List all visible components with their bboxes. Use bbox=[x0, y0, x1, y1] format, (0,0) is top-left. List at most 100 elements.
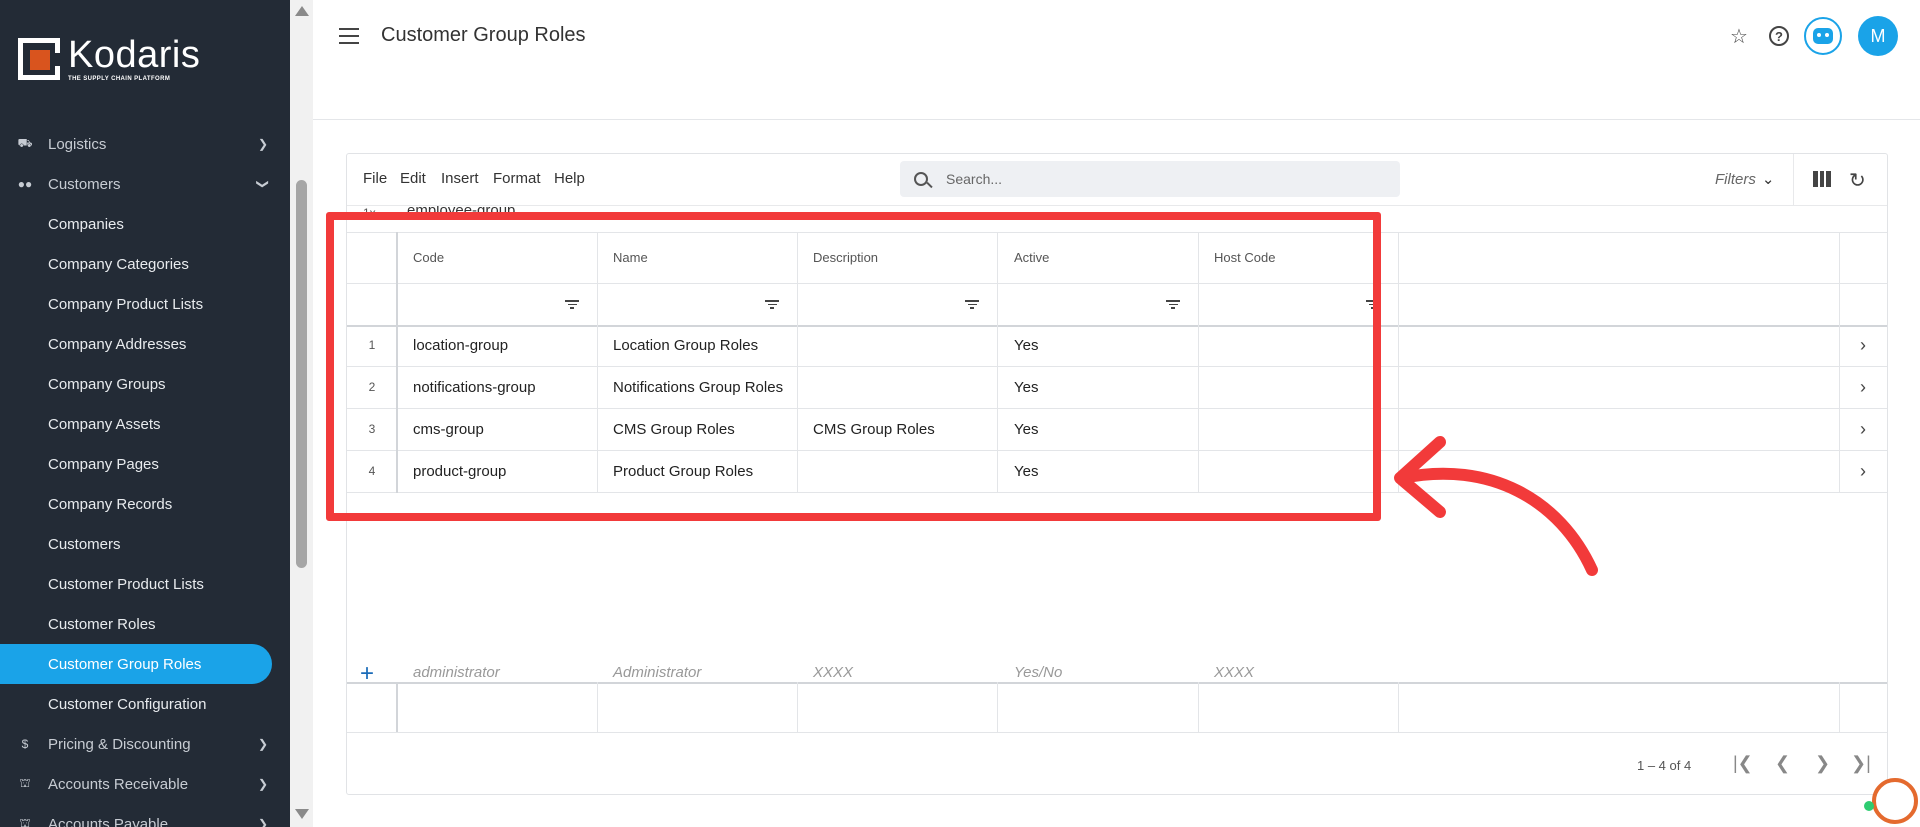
scroll-up-icon[interactable] bbox=[295, 6, 309, 16]
sidebar-item-label: Customers bbox=[48, 535, 121, 553]
assistant-bot-button[interactable] bbox=[1804, 17, 1842, 55]
sidebar-item-customer-product-lists[interactable]: Customer Product Lists bbox=[0, 564, 272, 604]
sidebar-item-company-categories[interactable]: Company Categories bbox=[0, 244, 272, 284]
avatar[interactable]: M bbox=[1858, 16, 1898, 56]
new-code-field[interactable]: administrator bbox=[413, 664, 500, 681]
cell-code[interactable]: location-group bbox=[413, 337, 508, 354]
sidebar-item-customer-roles[interactable]: Customer Roles bbox=[0, 604, 272, 644]
users-icon: ●● bbox=[17, 177, 33, 191]
divider bbox=[347, 366, 1887, 367]
cell-code[interactable]: product-group bbox=[413, 463, 506, 480]
new-description-field[interactable]: XXXX bbox=[813, 664, 853, 681]
divider bbox=[997, 232, 998, 493]
scroll-down-icon[interactable] bbox=[295, 809, 309, 819]
sidebar-item-label: Companies bbox=[48, 215, 124, 233]
cell-code[interactable]: cms-group bbox=[413, 421, 484, 438]
sidebar-item-label: Company Pages bbox=[48, 455, 159, 473]
chevron-right-icon[interactable]: › bbox=[1860, 461, 1866, 482]
menu-file[interactable]: File bbox=[363, 170, 387, 187]
nav-accounts-payable[interactable]: ⛫ Accounts Payable ❯ bbox=[0, 804, 290, 827]
divider bbox=[1839, 232, 1840, 493]
sidebar-item-company-assets[interactable]: Company Assets bbox=[0, 404, 272, 444]
search-input[interactable] bbox=[946, 171, 1346, 187]
sidebar-item-company-records[interactable]: Company Records bbox=[0, 484, 272, 524]
divider bbox=[347, 450, 1887, 451]
cell-name[interactable]: CMS Group Roles bbox=[613, 421, 735, 438]
next-page-icon[interactable]: ❯ bbox=[1815, 753, 1830, 774]
refresh-icon[interactable]: ↻ bbox=[1849, 168, 1866, 193]
filter-icon[interactable] bbox=[1366, 300, 1380, 310]
nav-logistics-label: Logistics bbox=[48, 135, 107, 153]
nav-customers-label: Customers bbox=[48, 175, 121, 193]
filter-icon[interactable] bbox=[1166, 300, 1180, 310]
filter-icon[interactable] bbox=[965, 300, 979, 310]
divider bbox=[797, 232, 798, 493]
sidebar-item-company-pages[interactable]: Company Pages bbox=[0, 444, 272, 484]
sidebar-item-company-groups[interactable]: Company Groups bbox=[0, 364, 272, 404]
row-number: 1x bbox=[363, 206, 376, 220]
chat-widget-icon[interactable] bbox=[1872, 778, 1918, 824]
search-box[interactable] bbox=[900, 161, 1400, 197]
sidebar-item-customer-group-roles[interactable]: Customer Group Roles bbox=[0, 644, 272, 684]
filters-button[interactable]: Filters ⌄ bbox=[1715, 170, 1774, 188]
star-icon[interactable]: ☆ bbox=[1725, 22, 1753, 50]
sidebar-item-companies[interactable]: Companies bbox=[0, 204, 272, 244]
sidebar-item-company-addresses[interactable]: Company Addresses bbox=[0, 324, 272, 364]
divider bbox=[347, 732, 1887, 733]
hamburger-menu-icon[interactable] bbox=[339, 28, 359, 44]
column-header-name[interactable]: Name bbox=[613, 250, 648, 265]
nav-customers[interactable]: ●● Customers ❯ bbox=[0, 164, 290, 204]
sidebar-item-label: Customer Roles bbox=[48, 615, 156, 633]
columns-icon[interactable] bbox=[1813, 171, 1832, 187]
last-page-icon[interactable]: ❯| bbox=[1851, 753, 1871, 774]
cell-name[interactable]: Notifications Group Roles bbox=[613, 379, 783, 396]
bank-icon: ⛫ bbox=[19, 816, 31, 827]
column-header-code[interactable]: Code bbox=[413, 250, 444, 265]
nav-accounts-receivable[interactable]: ⛫ Accounts Receivable ❯ bbox=[0, 764, 290, 804]
cell-active[interactable]: Yes bbox=[1014, 337, 1038, 354]
divider bbox=[1839, 682, 1840, 732]
menu-format[interactable]: Format bbox=[493, 170, 541, 187]
table-row-partial[interactable]: 1x employee-group bbox=[347, 206, 1887, 232]
sidebar-item-customers[interactable]: Customers bbox=[0, 524, 272, 564]
cell-code[interactable]: notifications-group bbox=[413, 379, 536, 396]
add-row-icon[interactable]: + bbox=[360, 660, 374, 688]
column-header-active[interactable]: Active bbox=[1014, 250, 1049, 265]
chevron-right-icon[interactable]: › bbox=[1860, 377, 1866, 398]
search-icon bbox=[914, 172, 928, 186]
nav-pricing-discounting[interactable]: $ Pricing & Discounting ❯ bbox=[0, 724, 290, 764]
column-header-description[interactable]: Description bbox=[813, 250, 878, 265]
scroll-thumb[interactable] bbox=[296, 180, 307, 568]
first-page-icon[interactable]: |❮ bbox=[1733, 753, 1753, 774]
divider bbox=[347, 682, 1887, 684]
chevron-right-icon: ❯ bbox=[257, 777, 268, 791]
divider bbox=[347, 283, 1887, 284]
sidebar-item-label: Company Groups bbox=[48, 375, 166, 393]
filter-icon[interactable] bbox=[565, 300, 579, 310]
toolbar-divider bbox=[1793, 154, 1794, 206]
column-header-host-code[interactable]: Host Code bbox=[1214, 250, 1275, 265]
cell-name[interactable]: Location Group Roles bbox=[613, 337, 758, 354]
menu-insert[interactable]: Insert bbox=[441, 170, 479, 187]
menu-help[interactable]: Help bbox=[554, 170, 585, 187]
cell-active[interactable]: Yes bbox=[1014, 463, 1038, 480]
help-icon[interactable]: ? bbox=[1765, 22, 1793, 50]
cell-active[interactable]: Yes bbox=[1014, 421, 1038, 438]
sidebar-item-customer-configuration[interactable]: Customer Configuration bbox=[0, 684, 272, 724]
prev-page-icon[interactable]: ❮ bbox=[1775, 753, 1790, 774]
kodaris-logo[interactable]: Kodaris THE SUPPLY CHAIN PLATFORM bbox=[18, 36, 200, 82]
chevron-right-icon[interactable]: › bbox=[1860, 419, 1866, 440]
new-active-field[interactable]: Yes/No bbox=[1014, 664, 1062, 681]
chevron-right-icon[interactable]: › bbox=[1860, 335, 1866, 356]
cell-name[interactable]: Product Group Roles bbox=[613, 463, 753, 480]
cell-active[interactable]: Yes bbox=[1014, 379, 1038, 396]
sidebar-scrollbar[interactable] bbox=[290, 0, 313, 827]
nav-logistics[interactable]: ⛟ Logistics ❯ bbox=[0, 124, 290, 164]
menu-edit[interactable]: Edit bbox=[400, 170, 426, 187]
annotation-arrow bbox=[1394, 436, 1598, 576]
filter-icon[interactable] bbox=[765, 300, 779, 310]
sidebar-item-company-product-lists[interactable]: Company Product Lists bbox=[0, 284, 272, 324]
cell-description[interactable]: CMS Group Roles bbox=[813, 421, 935, 438]
new-host-code-field[interactable]: XXXX bbox=[1214, 664, 1254, 681]
new-name-field[interactable]: Administrator bbox=[613, 664, 701, 681]
